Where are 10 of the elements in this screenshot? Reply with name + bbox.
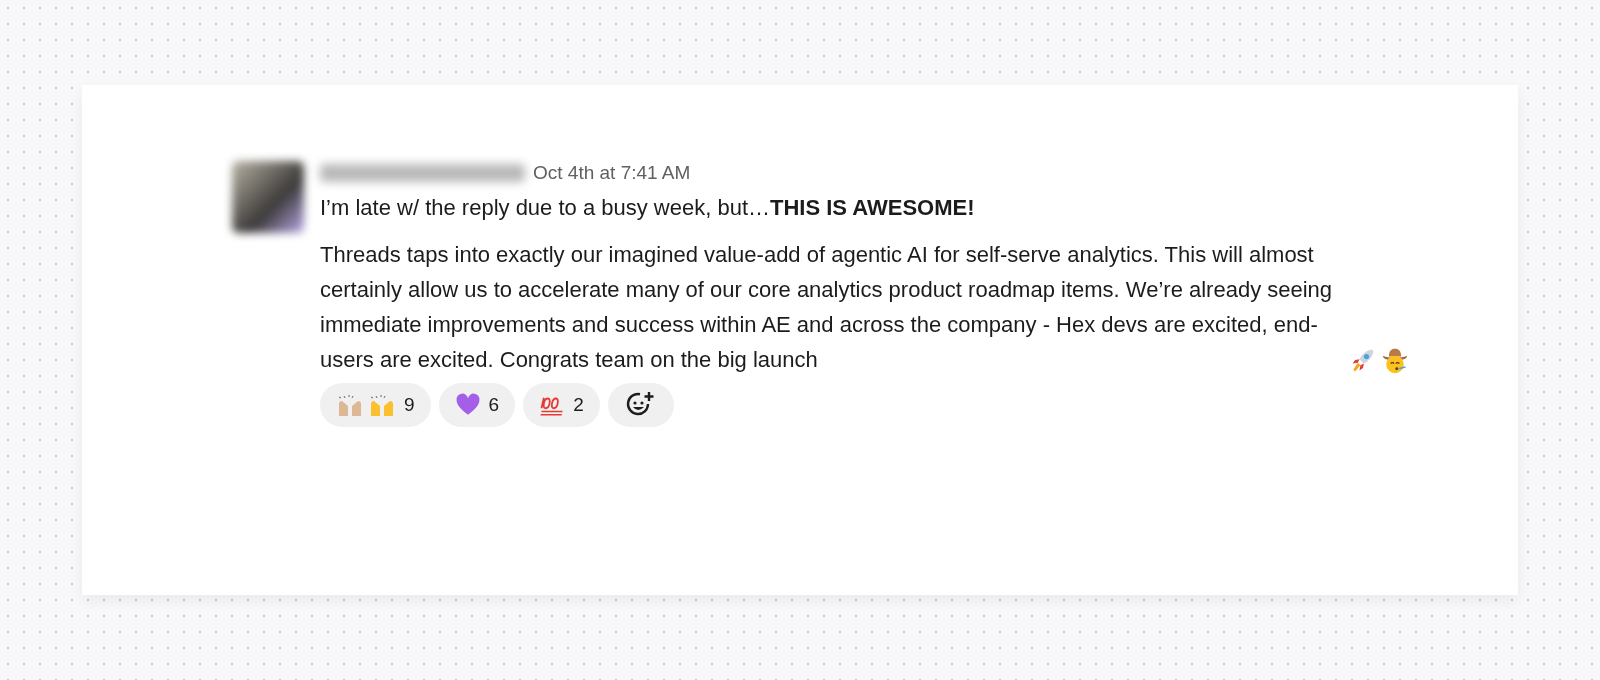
cowboy-face-icon bbox=[1381, 346, 1409, 374]
add-reaction-button[interactable] bbox=[607, 383, 674, 427]
reaction-pill[interactable]: 2 bbox=[523, 383, 600, 427]
reaction-pill[interactable]: 9 bbox=[320, 383, 431, 427]
message-text: Threads taps into exactly our imagined value-add of agentic AI for self-serve analytics. This will almost certainly allow us to accelerate many of our core analytics product roadmap items. We’re already seeing immediate improvements and success within AE and across the company - Hex devs are excited, end-users are excited. Congrats team on the big launch bbox=[320, 241, 1334, 374]
message-timestamp[interactable]: Oct 4th at 7:41 AM bbox=[533, 158, 691, 188]
message-lead: I’m late w/ the reply due to a busy week, but…THIS IS AWESOME! bbox=[320, 194, 976, 222]
avatar bbox=[232, 161, 304, 233]
reaction-pill[interactable]: 6 bbox=[438, 383, 516, 427]
raised-hands-icon bbox=[336, 392, 396, 418]
